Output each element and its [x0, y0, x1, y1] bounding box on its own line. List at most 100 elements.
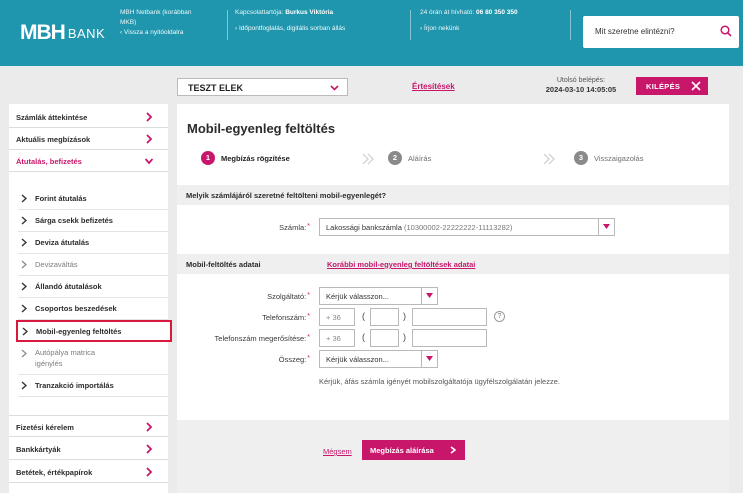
hotline-number[interactable]: 06 80 350 350 — [476, 9, 518, 16]
search-icon[interactable] — [720, 25, 732, 37]
header-divider — [227, 10, 228, 40]
booking-label: Időpontfoglalás, digitális sorban állás — [238, 25, 346, 32]
provider-select-value: Kérjük válasszon... — [326, 292, 389, 301]
sidebar-subitem-direct-debits[interactable]: Csoportos beszedések — [18, 298, 168, 320]
booking-link[interactable]: › Időpontfoglalás, digitális sorban állá… — [235, 24, 345, 34]
step-number: 1 — [201, 151, 215, 165]
main-panel: Mobil-egyenleg feltöltés 1 Megbízás rögz… — [177, 104, 729, 493]
sidebar-item-current-orders[interactable]: Aktuális megbízások — [9, 128, 168, 150]
topup-section-title: Mobil-feltöltés adatai — [186, 260, 261, 269]
chevron-right-icon — [21, 216, 27, 225]
provider-select[interactable]: Kérjük válasszon... — [319, 287, 438, 305]
caret-down-icon — [426, 293, 433, 298]
phone-confirm-area-code-input[interactable] — [370, 329, 399, 347]
phone-number-input[interactable] — [412, 308, 487, 326]
step-number: 2 — [388, 151, 402, 165]
header-divider — [410, 10, 411, 40]
user-select[interactable]: TESZT ELEK — [177, 78, 348, 96]
sidebar-subitem-label: Mobil-egyenleg feltöltés — [36, 327, 122, 336]
account-select-value: Lakossági bankszámla (10300002-22222222-… — [326, 223, 512, 232]
amount-select[interactable]: Kérjük válasszon... — [319, 350, 438, 368]
netbank-info: MBH Netbank (korábban MKB) ‹ Vissza a ny… — [120, 8, 192, 38]
mbh-bank-logo[interactable]: MBH BANK — [20, 21, 105, 44]
phone-confirm-number-input[interactable] — [412, 329, 487, 347]
sidebar-subitem-forint-transfer[interactable]: Forint átutalás — [18, 188, 168, 210]
phone-confirm-label-text: Telefonszám megerősítése: — [214, 334, 307, 343]
chevron-right-icon — [21, 381, 27, 390]
topup-section-header: Mobil-feltöltés adatai Korábbi mobil-egy… — [177, 254, 729, 274]
sidebar-subitem-label: Devizaváltás — [35, 260, 78, 269]
dropdown-toggle[interactable] — [421, 351, 437, 367]
help-icon[interactable]: ? — [494, 311, 505, 322]
chevron-down-icon — [330, 85, 339, 91]
caret-down-icon — [426, 356, 433, 361]
chevron-right-icon — [21, 349, 27, 358]
amount-label: Összeg:* — [217, 355, 310, 364]
sidebar-item-bank-cards[interactable]: Bankkártyák — [9, 438, 168, 460]
step-label: Aláírás — [408, 153, 432, 163]
chevron-right-icon — [22, 327, 28, 336]
sidebar-subitem-currency-exchange[interactable]: Devizaváltás — [18, 254, 168, 276]
account-section-title: Melyik számlájáról szeretné feltölteni m… — [186, 191, 387, 200]
dropdown-toggle[interactable] — [421, 288, 437, 304]
sidebar-item-transfers[interactable]: Átutalás, befizetés — [9, 150, 168, 172]
sidebar-item-label: Betétek, értékpapírok — [16, 468, 93, 477]
sidebar-subitem-standing-transfers[interactable]: Állandó átutalások — [18, 276, 168, 298]
amount-label-text: Összeg: — [278, 355, 307, 364]
step-confirmation: 3 Visszaigazolás — [574, 151, 643, 165]
write-us-link[interactable]: › Írjon nekünk — [420, 24, 518, 34]
back-to-home-link[interactable]: ‹ Vissza a nyitóoldalra — [120, 28, 192, 38]
chevron-right-icon — [146, 467, 153, 477]
sidebar-subitem-yellow-check[interactable]: Sárga csekk befizetés — [18, 210, 168, 232]
chevron-right-icon — [21, 304, 27, 313]
sidebar-subitem-label: Forint átutalás — [35, 194, 87, 203]
account-label-text: Számla: — [279, 223, 307, 232]
provider-label: Szolgáltató:* — [217, 292, 310, 301]
paren-open: ( — [362, 311, 365, 321]
sidebar-item-accounts-overview[interactable]: Számlák áttekintése — [9, 106, 168, 128]
step-number: 3 — [574, 151, 588, 165]
sidebar-item-label: Aktuális megbízások — [16, 135, 91, 144]
chevron-right-icon — [146, 134, 153, 144]
sidebar-item-deposits-securities[interactable]: Betétek, értékpapírok — [9, 461, 168, 483]
logo-mark: MBH — [20, 21, 66, 44]
chevron-right-icon — [21, 194, 27, 203]
phone-area-code-input[interactable] — [370, 308, 399, 326]
sidebar-item-payment-request[interactable]: Fizetési kérelem — [9, 415, 168, 437]
cancel-link[interactable]: Mégsem — [323, 447, 352, 456]
step-label: Visszaigazolás — [594, 153, 644, 163]
sign-order-button[interactable]: Megbízás aláírása — [362, 440, 465, 460]
sidebar-item-label: Bankkártyák — [16, 445, 61, 454]
paren-close: ) — [403, 311, 406, 321]
notifications-link[interactable]: Értesítések — [412, 82, 455, 91]
dropdown-toggle[interactable] — [598, 219, 614, 235]
sidebar-item-label: Átutalás, befizetés — [16, 157, 82, 166]
sidebar-subitem-label: Állandó átutalások — [35, 282, 102, 291]
search-input[interactable]: Mit szeretne elintézni? — [595, 27, 675, 36]
netbank-title-line1: MBH Netbank (korábban — [120, 9, 192, 16]
sidebar-subitem-highway-sticker[interactable]: Autópálya matrica igénylés — [18, 343, 168, 375]
required-marker: * — [307, 292, 310, 299]
account-select[interactable]: Lakossági bankszámla (10300002-22222222-… — [319, 218, 615, 236]
provider-label-text: Szolgáltató: — [267, 292, 307, 301]
sidebar-subitem-currency-transfer[interactable]: Deviza átutalás — [18, 232, 168, 254]
phone-label-text: Telefonszám: — [262, 313, 307, 322]
amount-select-value: Kérjük válasszon... — [326, 355, 389, 364]
account-label: Számla:* — [237, 223, 310, 232]
sidebar-subitem-transaction-import[interactable]: Tranzakció importálás — [18, 375, 168, 397]
form-footer: Mégsem Megbízás aláírása — [177, 420, 729, 493]
sidebar-subitem-label: Tranzakció importálás — [35, 381, 114, 390]
logout-button[interactable]: KILÉPÉS — [636, 77, 708, 95]
topup-history-link[interactable]: Korábbi mobil-egyenleg feltöltések adata… — [327, 260, 475, 269]
required-marker: * — [307, 334, 310, 341]
search-box[interactable]: Mit szeretne elintézni? — [583, 16, 739, 48]
chevron-right-icon — [450, 446, 456, 454]
sidebar-subitem-label-line2: igénylés — [35, 359, 63, 368]
sidebar-subitem-label: Deviza átutalás — [35, 238, 90, 247]
chevron-right-icon — [21, 238, 27, 247]
required-marker: * — [307, 355, 310, 362]
sidebar-item-label: Fizetési kérelem — [16, 423, 74, 432]
step-signature: 2 Aláírás — [388, 151, 431, 165]
chevron-right-icon — [146, 422, 153, 432]
sidebar-subitem-mobile-topup[interactable]: Mobil-egyenleg feltöltés — [16, 320, 172, 342]
